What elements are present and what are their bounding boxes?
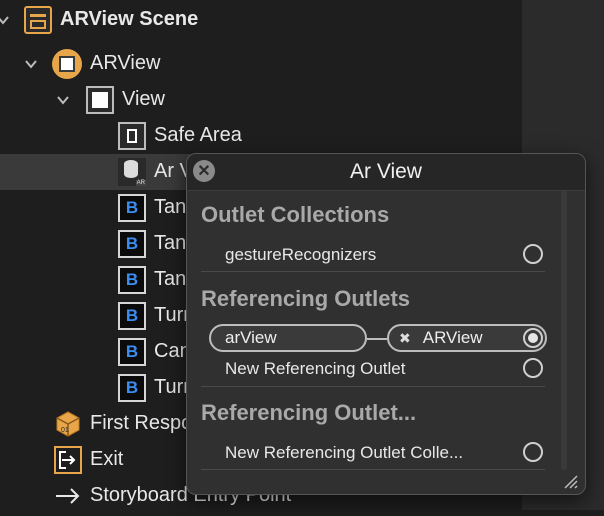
outline-row-safe-area[interactable]: Safe Area [0, 118, 522, 154]
popup-scrollbar[interactable] [561, 190, 567, 470]
connections-popup: ✕ Ar View Outlet Collections gestureReco… [186, 153, 586, 495]
new-referencing-outlet-collection: New Referencing Outlet Colle... [225, 443, 464, 462]
view-controller-icon [52, 49, 82, 79]
first-responder-icon: 01 [54, 410, 82, 438]
resize-grip-icon[interactable] [561, 472, 579, 490]
safe-area-icon [118, 122, 146, 150]
button-icon: B [118, 374, 146, 402]
divider [201, 469, 545, 470]
view-icon [86, 86, 114, 114]
outlet-gesture-recognizers: gestureRecognizers [225, 245, 377, 264]
outline-row-view[interactable]: View [0, 82, 522, 118]
connection-circle[interactable] [523, 244, 543, 264]
arrow-right-icon [54, 482, 82, 510]
button-icon: B [118, 302, 146, 330]
button-icon: B [118, 266, 146, 294]
popup-header: ✕ Ar View [187, 154, 585, 191]
chevron-down-icon[interactable] [24, 57, 38, 71]
button-icon: B [118, 338, 146, 366]
view-label: View [122, 88, 165, 110]
chevron-down-icon[interactable] [0, 13, 10, 27]
connection-line [367, 338, 387, 340]
scene-label: ARView Scene [60, 8, 199, 30]
new-referencing-outlet: New Referencing Outlet [225, 359, 406, 378]
svg-text:01: 01 [61, 427, 69, 434]
section-referencing-outlet-collections: Referencing Outlet... [201, 400, 417, 425]
button-icon: B [118, 230, 146, 258]
ar-view-icon: AR [118, 158, 146, 186]
divider [201, 386, 545, 387]
exit-icon [54, 446, 82, 474]
outline-row-view-controller[interactable]: ARView [0, 46, 522, 82]
outline-row-scene[interactable]: ARView Scene [0, 2, 522, 38]
safe-area-label: Safe Area [154, 124, 242, 146]
scene-icon [24, 6, 52, 34]
exit-label: Exit [90, 448, 124, 470]
section-outlet-collections: Outlet Collections [201, 202, 390, 227]
connection-target-label: ARView [422, 328, 483, 347]
view-controller-label: ARView [90, 52, 161, 74]
divider [201, 271, 545, 272]
chevron-down-icon[interactable] [56, 93, 70, 107]
button-icon: B [118, 194, 146, 222]
connection-circle[interactable] [523, 442, 543, 462]
connection-source-pill[interactable]: arView [209, 324, 367, 352]
connection-source-label: arView [225, 328, 277, 347]
connection-circle-connected[interactable] [523, 328, 543, 348]
popup-title: Ar View [350, 160, 422, 183]
connection-circle[interactable] [523, 358, 543, 378]
remove-connection-icon[interactable]: ✖ [399, 330, 411, 347]
section-referencing-outlets: Referencing Outlets [201, 286, 411, 311]
